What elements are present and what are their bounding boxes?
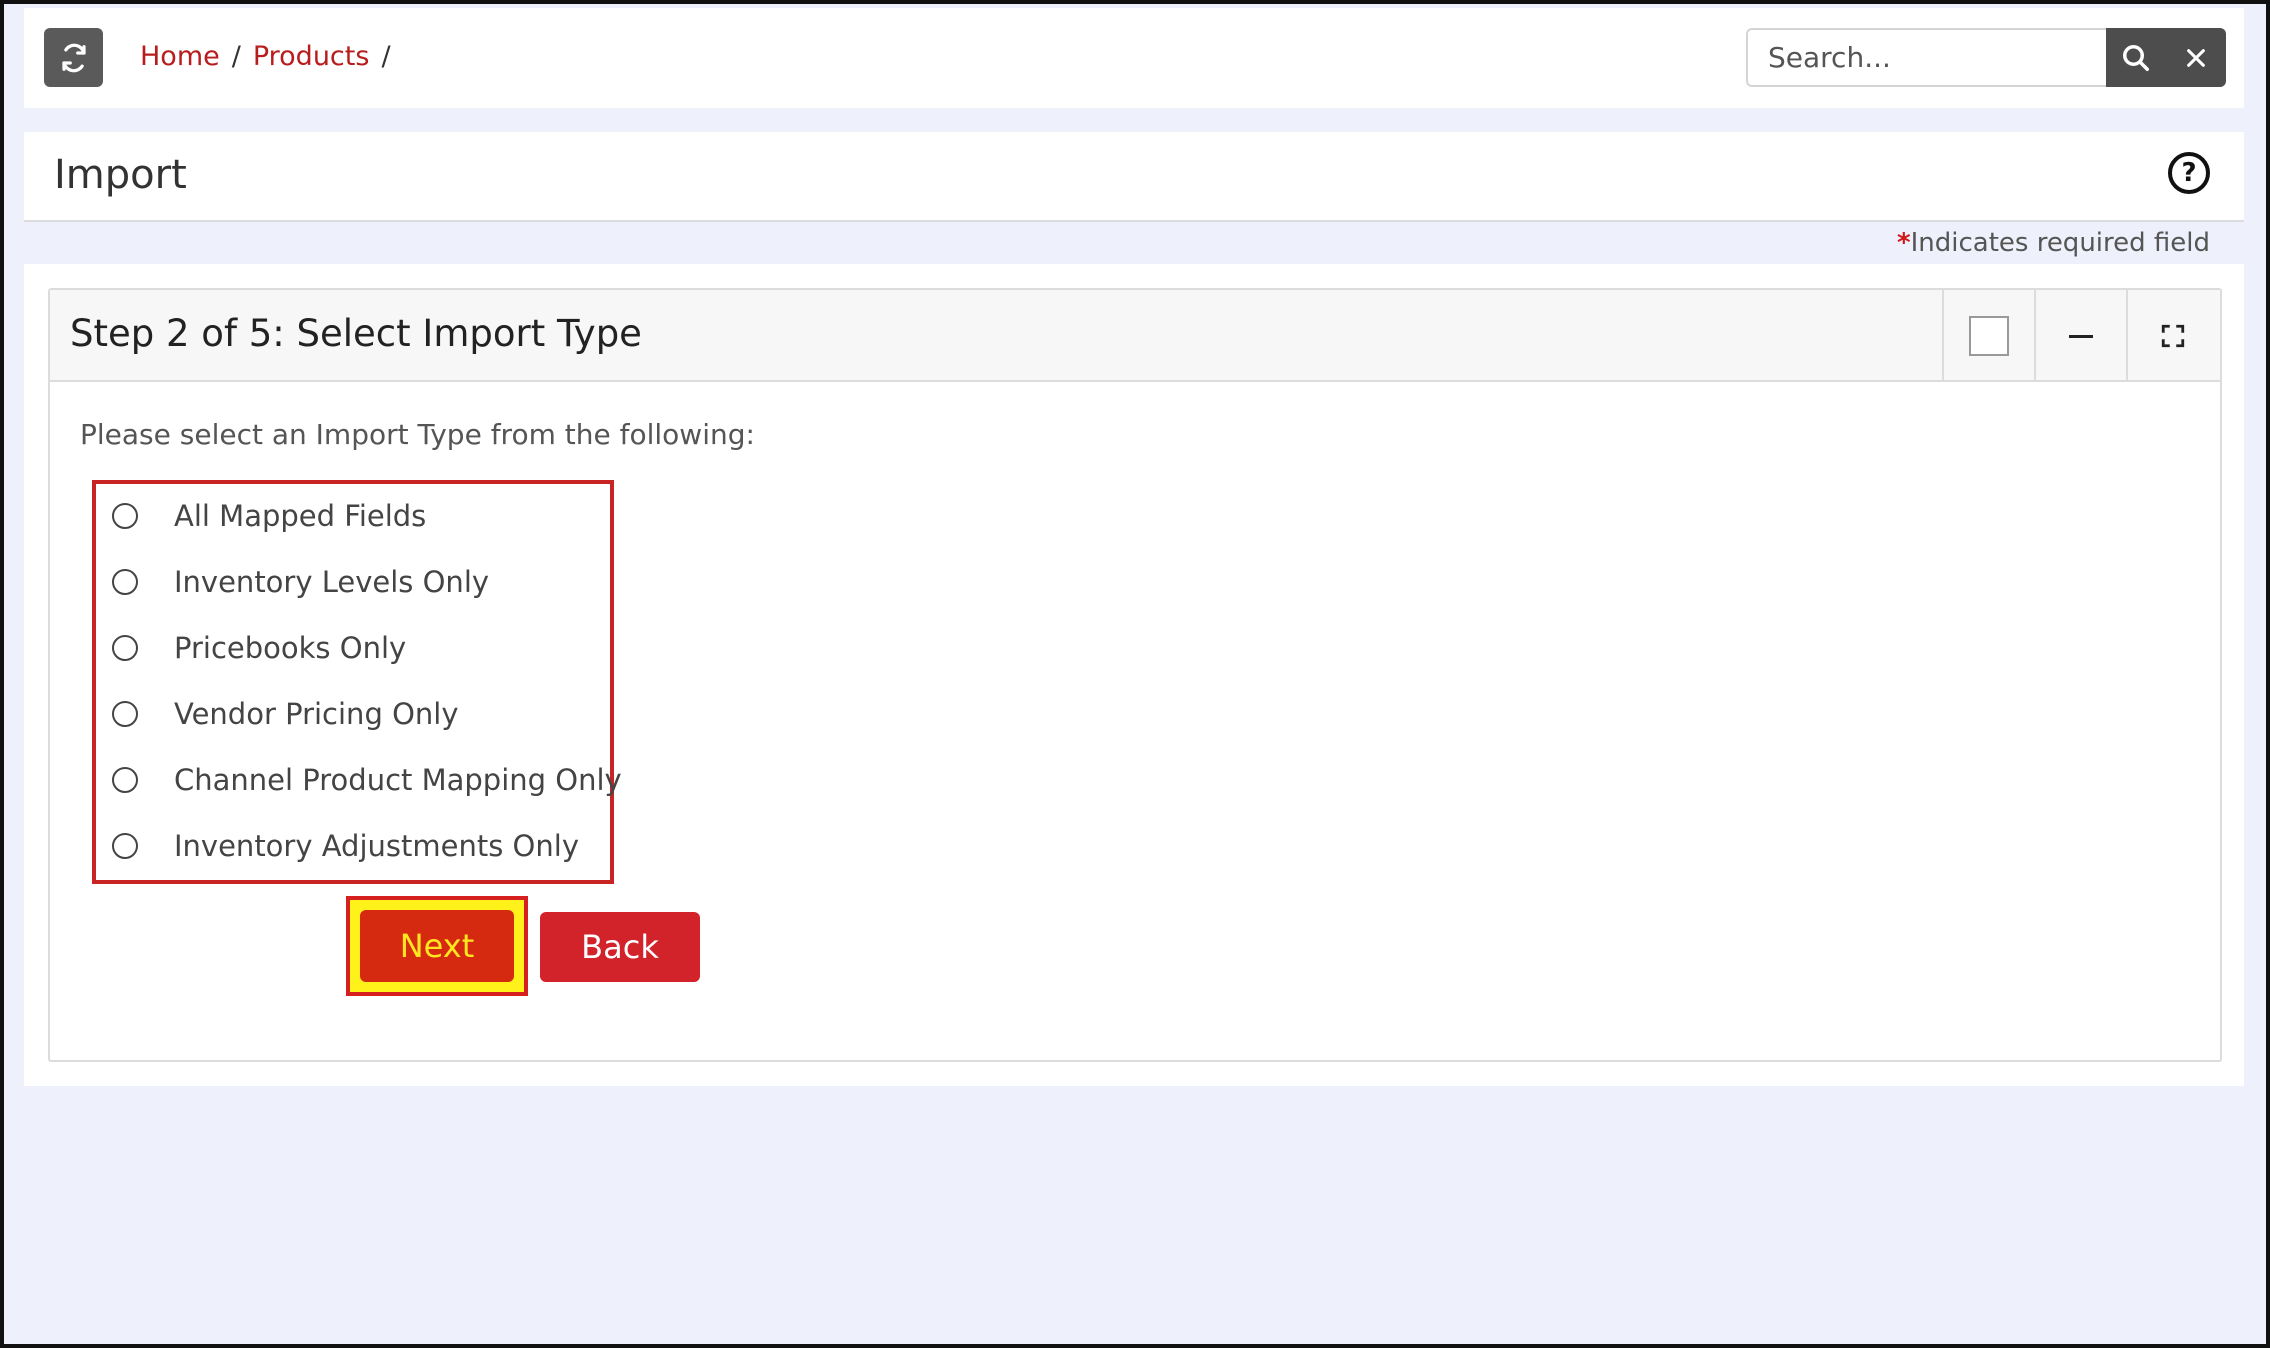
required-star: *	[1896, 228, 1911, 258]
option-pricebooks-only[interactable]: Pricebooks Only	[96, 628, 406, 668]
radio-button[interactable]	[112, 701, 138, 727]
breadcrumb-separator: /	[231, 41, 241, 72]
page-title: Import	[54, 152, 187, 198]
next-button[interactable]: Next	[360, 910, 514, 982]
refresh-button[interactable]	[44, 28, 103, 87]
required-field-note: *Indicates required field	[1897, 228, 2210, 258]
close-icon	[2187, 48, 2205, 67]
instructions-text: Please select an Import Type from the fo…	[80, 418, 755, 451]
panel-minimize-button[interactable]	[2034, 290, 2126, 382]
radio-button[interactable]	[112, 767, 138, 793]
breadcrumb: Home / Products /	[140, 41, 403, 72]
option-vendor-pricing-only[interactable]: Vendor Pricing Only	[96, 694, 459, 734]
option-label: Channel Product Mapping Only	[174, 763, 622, 797]
refresh-icon	[61, 43, 86, 72]
panel-header: Step 2 of 5: Select Import Type	[50, 290, 2220, 382]
panel-title: Step 2 of 5: Select Import Type	[70, 312, 642, 355]
checkbox-icon	[1969, 316, 2009, 356]
breadcrumb-separator: /	[381, 41, 391, 72]
option-label: Inventory Adjustments Only	[174, 829, 579, 863]
option-inventory-adjustments-only[interactable]: Inventory Adjustments Only	[96, 826, 579, 866]
radio-button[interactable]	[112, 833, 138, 859]
option-label: Inventory Levels Only	[174, 565, 490, 599]
option-inventory-levels-only[interactable]: Inventory Levels Only	[96, 562, 489, 602]
page-header: Import ?	[24, 132, 2244, 222]
app-frame: Home / Products / Import ?	[0, 0, 2270, 1348]
search-box	[1746, 28, 2226, 87]
radio-button[interactable]	[112, 635, 138, 661]
back-button[interactable]: Back	[540, 912, 700, 982]
option-label: Vendor Pricing Only	[174, 697, 459, 731]
fullscreen-icon	[2161, 324, 2185, 348]
option-label: Pricebooks Only	[174, 631, 407, 665]
breadcrumb-products-link[interactable]: Products	[253, 41, 370, 72]
help-icon[interactable]: ?	[2168, 152, 2210, 194]
panel-select-toggle[interactable]	[1942, 290, 2034, 382]
import-type-options: All Mapped Fields Inventory Levels Only …	[92, 480, 622, 884]
import-step-panel: Step 2 of 5: Select Import Type Please s…	[48, 288, 2222, 1062]
search-button[interactable]	[2106, 28, 2166, 87]
option-all-mapped-fields[interactable]: All Mapped Fields	[96, 496, 426, 536]
search-icon	[2123, 44, 2149, 71]
breadcrumb-home-link[interactable]: Home	[140, 41, 220, 72]
panel-fullscreen-button[interactable]	[2126, 290, 2218, 382]
required-note-text: Indicates required field	[1910, 228, 2210, 258]
top-bar: Home / Products /	[24, 8, 2244, 108]
next-button-highlight: Next	[346, 896, 528, 996]
minimize-icon	[2069, 334, 2093, 338]
radio-button[interactable]	[112, 569, 138, 595]
option-label: All Mapped Fields	[174, 499, 427, 533]
clear-search-button[interactable]	[2166, 28, 2226, 87]
search-input[interactable]	[1746, 28, 2106, 87]
radio-button[interactable]	[112, 503, 138, 529]
content-area: Step 2 of 5: Select Import Type Please s…	[24, 264, 2244, 1086]
option-channel-product-mapping-only[interactable]: Channel Product Mapping Only	[96, 760, 622, 800]
